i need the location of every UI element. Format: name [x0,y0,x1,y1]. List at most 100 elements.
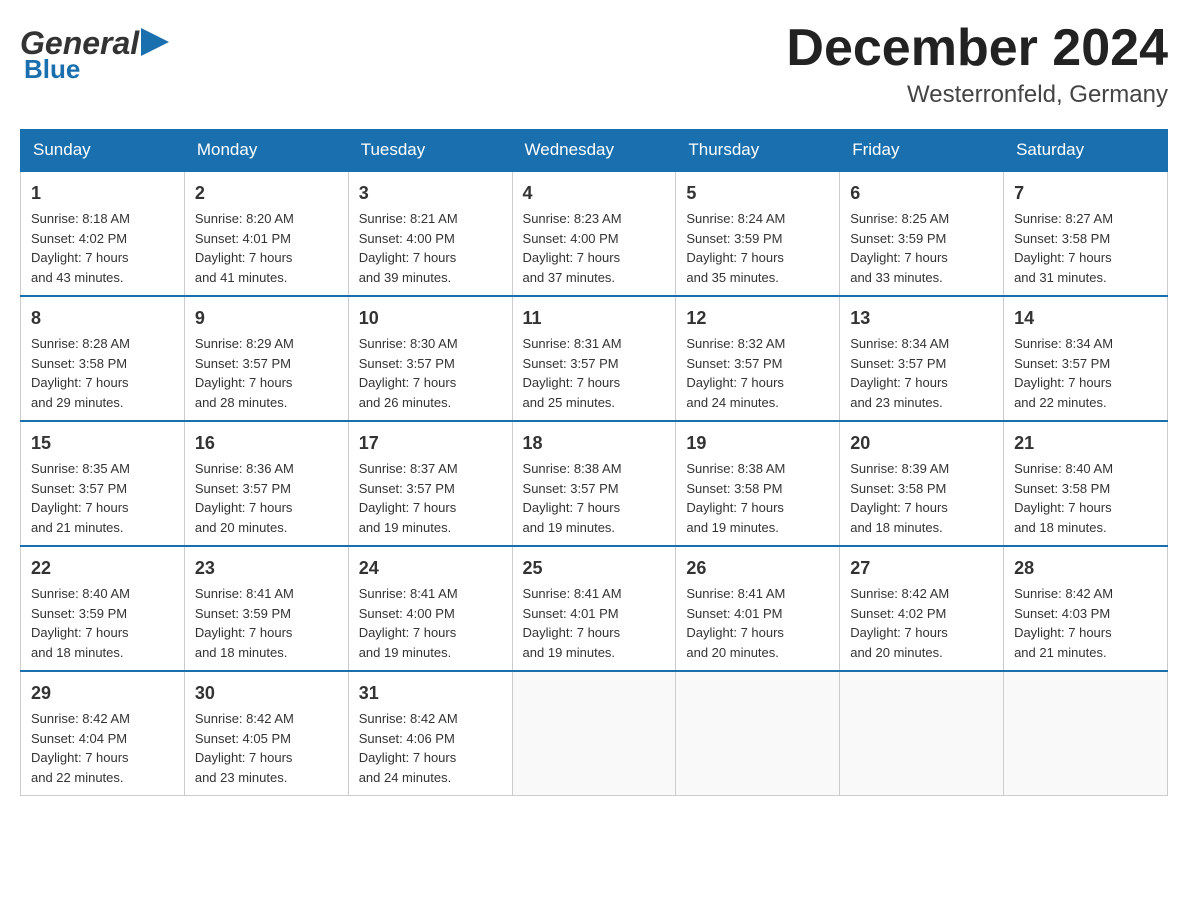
calendar-day-cell: 12 Sunrise: 8:32 AM Sunset: 3:57 PM Dayl… [676,296,840,421]
calendar-day-cell: 26 Sunrise: 8:41 AM Sunset: 4:01 PM Dayl… [676,546,840,671]
sunset-text: Sunset: 3:57 PM [523,481,619,496]
calendar-week-row: 1 Sunrise: 8:18 AM Sunset: 4:02 PM Dayli… [21,171,1168,296]
calendar-day-cell: 9 Sunrise: 8:29 AM Sunset: 3:57 PM Dayli… [184,296,348,421]
calendar-day-cell: 7 Sunrise: 8:27 AM Sunset: 3:58 PM Dayli… [1004,171,1168,296]
daylight-minutes-text: and 37 minutes. [523,270,616,285]
calendar-day-cell: 31 Sunrise: 8:42 AM Sunset: 4:06 PM Dayl… [348,671,512,796]
day-number: 1 [31,180,174,207]
daylight-text: Daylight: 7 hours [686,625,784,640]
sunrise-text: Sunrise: 8:24 AM [686,211,785,226]
sunrise-text: Sunrise: 8:40 AM [31,586,130,601]
logo: General Blue [20,20,169,85]
daylight-text: Daylight: 7 hours [31,500,129,515]
sunset-text: Sunset: 3:57 PM [523,356,619,371]
daylight-minutes-text: and 39 minutes. [359,270,452,285]
day-number: 4 [523,180,666,207]
sunset-text: Sunset: 3:58 PM [31,356,127,371]
daylight-minutes-text: and 18 minutes. [850,520,943,535]
daylight-minutes-text: and 24 minutes. [686,395,779,410]
calendar-week-row: 22 Sunrise: 8:40 AM Sunset: 3:59 PM Dayl… [21,546,1168,671]
day-number: 31 [359,680,502,707]
sunrise-text: Sunrise: 8:21 AM [359,211,458,226]
day-number: 27 [850,555,993,582]
sunrise-text: Sunrise: 8:25 AM [850,211,949,226]
sunset-text: Sunset: 3:57 PM [31,481,127,496]
day-number: 9 [195,305,338,332]
daylight-text: Daylight: 7 hours [359,625,457,640]
sunset-text: Sunset: 4:01 PM [686,606,782,621]
daylight-text: Daylight: 7 hours [850,375,948,390]
daylight-minutes-text: and 43 minutes. [31,270,124,285]
col-monday: Monday [184,130,348,172]
sunrise-text: Sunrise: 8:38 AM [686,461,785,476]
calendar-day-cell: 24 Sunrise: 8:41 AM Sunset: 4:00 PM Dayl… [348,546,512,671]
calendar-table: Sunday Monday Tuesday Wednesday Thursday… [20,129,1168,796]
daylight-text: Daylight: 7 hours [1014,625,1112,640]
calendar-day-cell: 23 Sunrise: 8:41 AM Sunset: 3:59 PM Dayl… [184,546,348,671]
sunrise-text: Sunrise: 8:41 AM [523,586,622,601]
daylight-minutes-text: and 23 minutes. [850,395,943,410]
daylight-minutes-text: and 22 minutes. [31,770,124,785]
col-tuesday: Tuesday [348,130,512,172]
col-saturday: Saturday [1004,130,1168,172]
sunrise-text: Sunrise: 8:41 AM [686,586,785,601]
day-number: 21 [1014,430,1157,457]
daylight-minutes-text: and 18 minutes. [1014,520,1107,535]
calendar-day-cell: 30 Sunrise: 8:42 AM Sunset: 4:05 PM Dayl… [184,671,348,796]
calendar-day-cell: 19 Sunrise: 8:38 AM Sunset: 3:58 PM Dayl… [676,421,840,546]
sunrise-text: Sunrise: 8:42 AM [195,711,294,726]
day-number: 5 [686,180,829,207]
sunrise-text: Sunrise: 8:42 AM [359,711,458,726]
daylight-text: Daylight: 7 hours [195,375,293,390]
calendar-day-cell: 10 Sunrise: 8:30 AM Sunset: 3:57 PM Dayl… [348,296,512,421]
sunset-text: Sunset: 4:00 PM [523,231,619,246]
daylight-text: Daylight: 7 hours [523,500,621,515]
daylight-minutes-text: and 18 minutes. [31,645,124,660]
calendar-week-row: 8 Sunrise: 8:28 AM Sunset: 3:58 PM Dayli… [21,296,1168,421]
daylight-text: Daylight: 7 hours [359,250,457,265]
sunrise-text: Sunrise: 8:41 AM [359,586,458,601]
daylight-text: Daylight: 7 hours [686,375,784,390]
sunset-text: Sunset: 4:00 PM [359,606,455,621]
daylight-text: Daylight: 7 hours [31,375,129,390]
sunrise-text: Sunrise: 8:37 AM [359,461,458,476]
day-number: 14 [1014,305,1157,332]
calendar-week-row: 15 Sunrise: 8:35 AM Sunset: 3:57 PM Dayl… [21,421,1168,546]
daylight-minutes-text: and 31 minutes. [1014,270,1107,285]
logo-triangle-icon [141,28,169,56]
sunset-text: Sunset: 3:57 PM [686,356,782,371]
daylight-text: Daylight: 7 hours [195,500,293,515]
sunset-text: Sunset: 4:04 PM [31,731,127,746]
day-number: 25 [523,555,666,582]
day-number: 16 [195,430,338,457]
day-number: 7 [1014,180,1157,207]
daylight-minutes-text: and 19 minutes. [523,520,616,535]
sunrise-text: Sunrise: 8:20 AM [195,211,294,226]
month-title: December 2024 [786,20,1168,77]
sunset-text: Sunset: 4:02 PM [31,231,127,246]
sunrise-text: Sunrise: 8:31 AM [523,336,622,351]
sunrise-text: Sunrise: 8:29 AM [195,336,294,351]
sunrise-text: Sunrise: 8:39 AM [850,461,949,476]
daylight-minutes-text: and 24 minutes. [359,770,452,785]
daylight-text: Daylight: 7 hours [31,250,129,265]
day-number: 6 [850,180,993,207]
daylight-minutes-text: and 19 minutes. [359,645,452,660]
calendar-day-cell: 18 Sunrise: 8:38 AM Sunset: 3:57 PM Dayl… [512,421,676,546]
day-number: 19 [686,430,829,457]
daylight-text: Daylight: 7 hours [1014,375,1112,390]
sunset-text: Sunset: 4:01 PM [195,231,291,246]
sunrise-text: Sunrise: 8:41 AM [195,586,294,601]
daylight-text: Daylight: 7 hours [850,250,948,265]
sunset-text: Sunset: 3:57 PM [359,356,455,371]
sunrise-text: Sunrise: 8:30 AM [359,336,458,351]
day-number: 11 [523,305,666,332]
sunrise-text: Sunrise: 8:23 AM [523,211,622,226]
calendar-day-cell: 6 Sunrise: 8:25 AM Sunset: 3:59 PM Dayli… [840,171,1004,296]
sunrise-text: Sunrise: 8:18 AM [31,211,130,226]
calendar-day-cell [1004,671,1168,796]
daylight-minutes-text: and 28 minutes. [195,395,288,410]
calendar-day-cell: 29 Sunrise: 8:42 AM Sunset: 4:04 PM Dayl… [21,671,185,796]
col-sunday: Sunday [21,130,185,172]
daylight-minutes-text: and 23 minutes. [195,770,288,785]
